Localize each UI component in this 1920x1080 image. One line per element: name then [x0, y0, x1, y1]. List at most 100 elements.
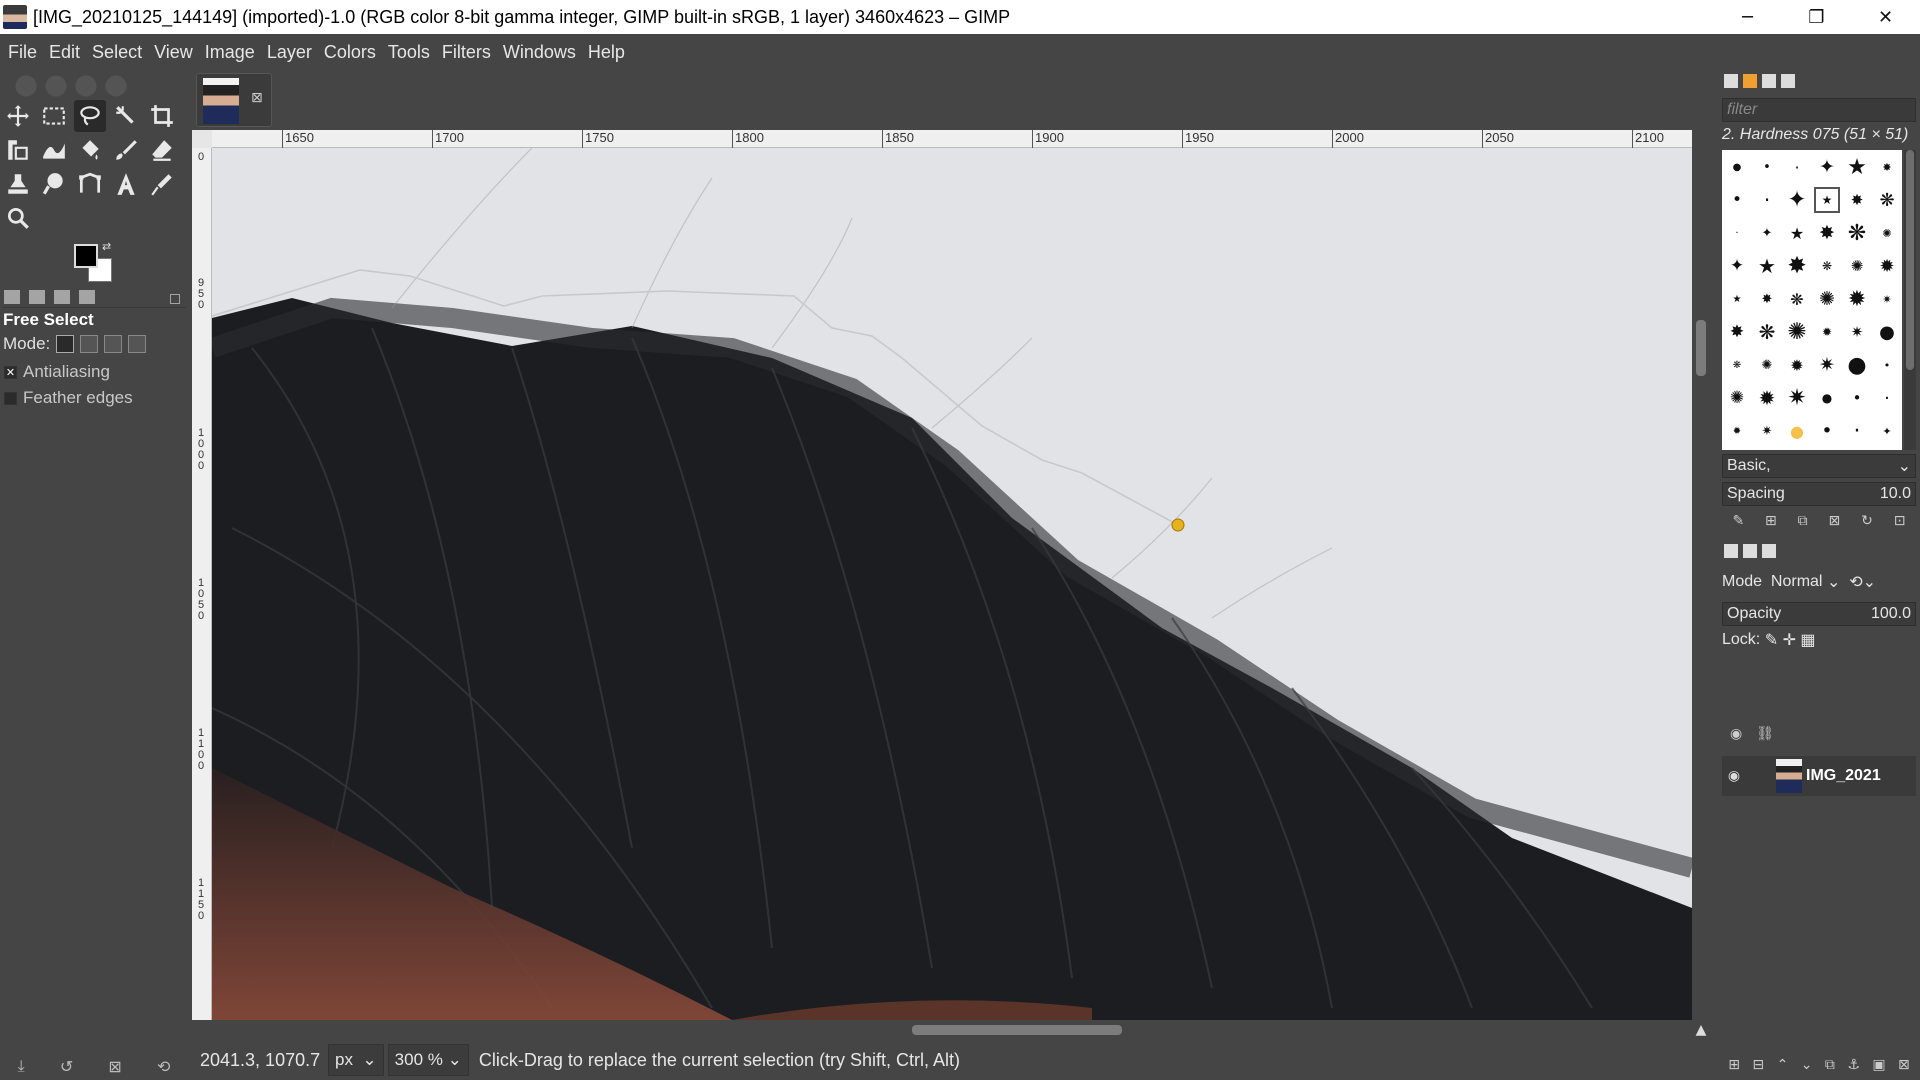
brush-preview[interactable]: ❋ [1726, 354, 1748, 376]
mode-intersect-button[interactable] [128, 335, 147, 353]
menu-view[interactable]: View [148, 34, 199, 70]
brush-preview[interactable]: • [1756, 156, 1778, 178]
menu-edit[interactable]: Edit [43, 34, 86, 70]
brush-filter-input[interactable]: filter [1722, 98, 1916, 122]
brush-preview[interactable]: ✦ [1786, 187, 1808, 213]
menu-help[interactable]: Help [582, 34, 631, 70]
close-image-icon[interactable]: ⊠ [251, 90, 263, 106]
brush-preview[interactable]: ❋ [1756, 320, 1778, 344]
brush-preview[interactable]: ✹ [1816, 321, 1838, 343]
move-tool-icon[interactable] [2, 100, 34, 132]
feather-edges-row[interactable]: Feather edges [4, 388, 133, 408]
vertical-scroll-thumb[interactable] [1696, 320, 1706, 376]
brush-preview[interactable]: ✹ [1876, 255, 1898, 277]
new-layer-icon[interactable]: ⊞ [1728, 1057, 1740, 1073]
brush-preview[interactable]: ✺ [1846, 255, 1868, 277]
brush-preview[interactable]: ✷ [1846, 321, 1868, 343]
brush-preview[interactable]: ✸ [1726, 321, 1748, 343]
images-tab-icon[interactable] [79, 290, 96, 304]
restore-options-icon[interactable]: ↺ [60, 1057, 73, 1076]
save-options-icon[interactable]: ⤓ [18, 1056, 25, 1076]
brush-preview[interactable]: ✹ [1756, 386, 1778, 410]
new-group-icon[interactable]: ⊟ [1752, 1057, 1764, 1073]
brush-preview[interactable]: · [1786, 156, 1808, 178]
free-select-icon[interactable] [74, 100, 106, 132]
undo-history-tab-icon[interactable] [54, 290, 71, 304]
brush-preview[interactable]: ✷ [1816, 354, 1838, 376]
layer-row[interactable]: ◉ IMG_2021 [1722, 756, 1916, 796]
feather-edges-checkbox[interactable] [4, 391, 17, 405]
delete-options-icon[interactable]: ⊠ [108, 1057, 121, 1076]
selected-brush-preview[interactable]: ★ [1814, 187, 1840, 213]
duplicate-layer-icon[interactable]: ⧉ [1825, 1057, 1835, 1073]
warp-transform-icon[interactable] [38, 134, 70, 166]
brush-preview[interactable]: ✷ [1786, 385, 1808, 411]
brush-preview[interactable]: ✸ [1816, 222, 1838, 244]
delete-layer-icon[interactable]: ⊠ [1898, 1057, 1910, 1073]
layer-mode-row[interactable]: Mode Normal ⌄ ⟲ ⌄ [1722, 570, 1916, 594]
reset-mode-icon[interactable]: ⟲ [1849, 572, 1862, 592]
menu-colors[interactable]: Colors [318, 34, 382, 70]
ruler-corner-button[interactable] [192, 130, 212, 148]
zoom-select[interactable]: 300 % ⌄ [387, 1044, 469, 1076]
new-brush-icon[interactable]: ⊞ [1765, 513, 1777, 529]
tab-menu-icon[interactable] [170, 294, 180, 304]
tool-options-tab-icon[interactable] [4, 290, 20, 304]
brush-preview[interactable]: ★ [1846, 155, 1868, 180]
mode-subtract-button[interactable] [104, 335, 123, 353]
fg-bg-color-widget[interactable]: ⇄ [72, 240, 118, 286]
lower-layer-icon[interactable]: ⌄ [1801, 1057, 1813, 1073]
duplicate-brush-icon[interactable]: ⧉ [1798, 513, 1808, 529]
brush-preview[interactable]: ✺ [1756, 354, 1778, 376]
unified-transform-icon[interactable] [2, 134, 34, 166]
horizontal-scroll-thumb[interactable] [912, 1025, 1122, 1035]
brush-preview[interactable]: ✦ [1876, 420, 1898, 442]
brush-preview[interactable]: • [1726, 189, 1748, 211]
open-brush-icon[interactable]: ⊡ [1894, 513, 1906, 529]
brush-preview[interactable]: ✺ [1726, 387, 1748, 409]
brush-preview[interactable]: ✦ [1816, 156, 1838, 178]
brush-preview[interactable]: ● [1816, 387, 1838, 409]
brush-preview[interactable]: ✺ [1816, 288, 1838, 310]
brush-preview[interactable]: ✹ [1846, 287, 1868, 312]
vertical-ruler[interactable]: 0 950 1000 1050 1100 1150 [192, 148, 212, 1020]
horizontal-scrollbar[interactable] [192, 1020, 1692, 1040]
opacity-field[interactable]: Opacity 100.0 [1722, 602, 1916, 626]
image-tab[interactable]: ⊠ [196, 73, 272, 127]
paths-icon[interactable] [74, 168, 106, 200]
fuzzy-select-icon[interactable] [110, 100, 142, 132]
brush-preview[interactable]: ✸ [1756, 288, 1778, 310]
fonts-tab-icon[interactable] [1762, 74, 1776, 88]
mode-add-button[interactable] [80, 335, 99, 353]
clone-icon[interactable] [2, 168, 34, 200]
refresh-brushes-icon[interactable]: ↻ [1861, 513, 1873, 529]
anchor-layer-icon[interactable]: ⚓ [1847, 1057, 1860, 1073]
brush-preview[interactable]: ❋ [1816, 255, 1838, 277]
brush-preview[interactable]: ★ [1756, 254, 1778, 278]
brush-preview[interactable]: ✸ [1876, 156, 1898, 178]
document-history-tab-icon[interactable] [1781, 74, 1795, 88]
maximize-button[interactable]: ❐ [1782, 0, 1851, 34]
raise-layer-icon[interactable]: ⌃ [1777, 1057, 1789, 1073]
brush-preview[interactable]: ❋ [1876, 189, 1898, 211]
channels-tab-icon[interactable] [1743, 544, 1757, 558]
brush-preview[interactable]: • [1876, 354, 1898, 376]
brush-preview[interactable]: ★ [1786, 222, 1808, 244]
paths-tab-icon[interactable] [1762, 544, 1776, 558]
brush-preview[interactable]: ✹ [1786, 354, 1808, 376]
spacing-field[interactable]: Spacing 10.0 [1722, 482, 1916, 506]
brush-preview[interactable]: · [1846, 419, 1868, 444]
brush-preview[interactable]: · [1756, 188, 1778, 212]
unit-select[interactable]: px ⌄ [328, 1044, 384, 1076]
menu-select[interactable]: Select [86, 34, 148, 70]
navigate-icon[interactable]: ▲ [1692, 1022, 1710, 1040]
smudge-icon[interactable] [38, 168, 70, 200]
brush-preview[interactable]: • [1846, 387, 1868, 409]
menu-filters[interactable]: Filters [436, 34, 497, 70]
brush-preview[interactable]: • [1816, 420, 1838, 442]
menu-file[interactable]: File [2, 34, 43, 70]
free-select-last-point[interactable] [1171, 518, 1185, 532]
close-button[interactable]: ✕ [1851, 0, 1920, 34]
brush-grid[interactable]: ● • · ✦ ★ ✸ • · ✦ ★ ✸ ❋ · ✦ ★ ✸ ❋ ✺ ✦ ★ ✸ ❋ ✺ ✹ ★ ✸ ❋ ✺ ✹ ✷ ✸ ❋ ✺ ✹ ✷ ● ❋ ✺ ✹ ✷… [1722, 150, 1902, 450]
mode-replace-button[interactable] [56, 335, 75, 353]
